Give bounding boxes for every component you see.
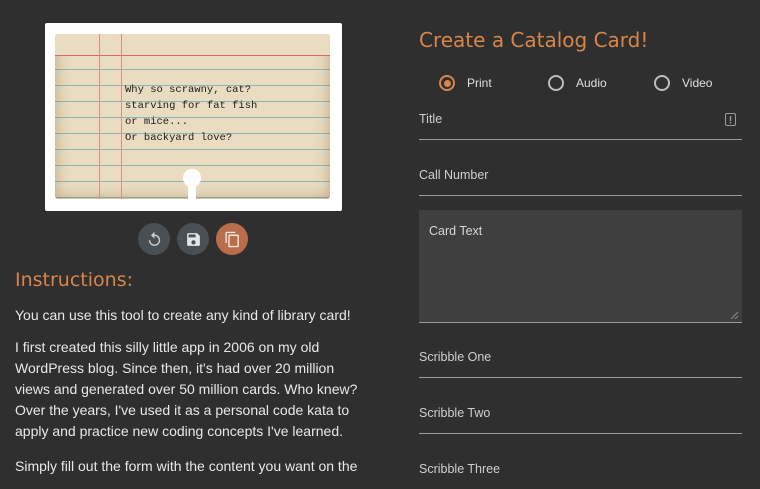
catalog-card: Why so scrawny, cat? starving for fat fi…	[55, 34, 330, 199]
card-actions	[138, 223, 252, 255]
card-margin-line	[99, 34, 100, 199]
radio-label: Video	[682, 76, 713, 90]
resize-handle-icon[interactable]	[730, 311, 738, 319]
error-icon	[725, 113, 736, 126]
instructions-heading: Instructions:	[15, 269, 133, 291]
instructions-paragraph: You can use this tool to create any kind…	[15, 307, 351, 323]
radio-audio[interactable]: Audio	[548, 73, 607, 93]
call-number-field-label: Call Number	[419, 168, 489, 182]
card-text-preview: Why so scrawny, cat? starving for fat fi…	[125, 84, 258, 144]
card-punch-slot	[188, 182, 196, 199]
radio-label: Audio	[576, 76, 607, 90]
radio-unselected-icon	[548, 75, 564, 91]
card-preview-frame: Why so scrawny, cat? starving for fat fi…	[45, 23, 342, 211]
scribble-one-field[interactable]: Scribble One	[419, 347, 742, 378]
radio-label: Print	[467, 76, 492, 90]
save-button[interactable]	[177, 223, 209, 255]
save-icon	[186, 232, 200, 246]
scribble-three-label: Scribble Three	[419, 462, 501, 476]
scribble-three-field[interactable]: Scribble Three	[419, 459, 742, 489]
radio-print[interactable]: Print	[439, 73, 492, 93]
scribble-two-field[interactable]: Scribble Two	[419, 403, 742, 434]
form-title: Create a Catalog Card!	[419, 28, 649, 52]
instructions-paragraph: I first created this silly little app in…	[15, 339, 358, 439]
title-field-label: Title	[419, 112, 443, 126]
title-field[interactable]: Title	[419, 109, 742, 140]
copy-button[interactable]	[216, 223, 248, 255]
reset-icon	[148, 231, 160, 246]
call-number-field[interactable]: Call Number	[419, 165, 742, 196]
radio-selected-icon	[439, 75, 455, 91]
copy-icon	[224, 231, 239, 247]
radio-unselected-icon	[654, 75, 670, 91]
radio-video[interactable]: Video	[654, 73, 712, 93]
instructions-paragraph: Simply fill out the form with the conten…	[15, 458, 358, 474]
media-type-radio-group: Print Audio Video	[439, 73, 742, 93]
scribble-one-label: Scribble One	[419, 350, 492, 364]
reset-button[interactable]	[138, 223, 170, 255]
card-margin-line	[121, 34, 122, 199]
scribble-two-label: Scribble Two	[419, 406, 491, 420]
card-text-textarea[interactable]: Card Text	[419, 210, 742, 323]
card-text-label: Card Text	[429, 224, 483, 238]
